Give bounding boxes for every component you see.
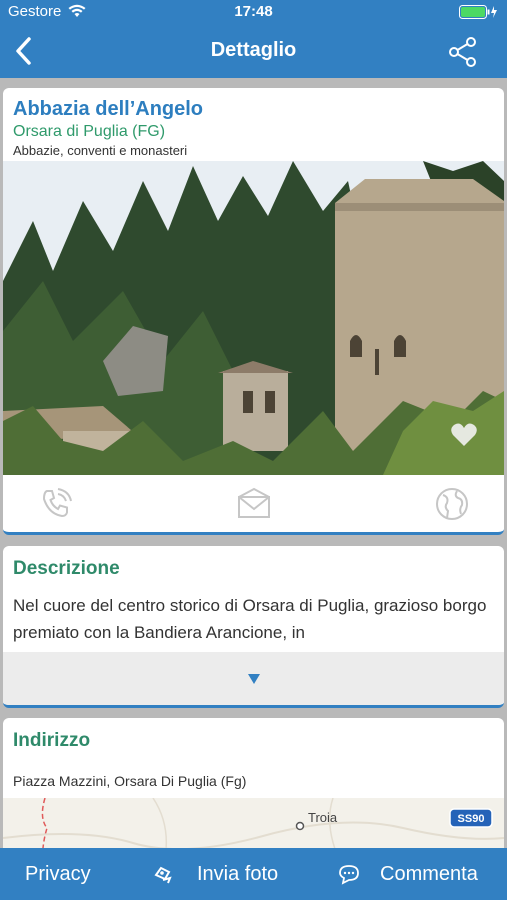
- address-heading: Indirizzo: [13, 730, 91, 751]
- phone-icon[interactable]: [39, 487, 73, 521]
- clock: 17:48: [234, 3, 273, 20]
- navigation-bar: Dettaglio: [0, 24, 507, 78]
- page-title: Dettaglio: [210, 39, 297, 61]
- mail-icon[interactable]: [237, 487, 271, 521]
- map-road-label: SS90: [458, 813, 485, 825]
- bottom-toolbar: Privacy Invia foto Commenta: [0, 848, 507, 900]
- top-bar: Gestore 17:48 Dettaglio: [0, 0, 507, 78]
- poi-photo[interactable]: [3, 161, 504, 475]
- send-photo-button[interactable]: Invia foto: [197, 863, 278, 886]
- photo-send-icon[interactable]: [152, 863, 174, 885]
- poi-location: Orsara di Puglia (FG): [13, 123, 166, 140]
- address-text: Piazza Mazzini, Orsara Di Puglia (Fg): [13, 773, 247, 789]
- globe-icon[interactable]: [435, 487, 469, 521]
- address-card: Indirizzo Piazza Mazzini, Orsara Di Pugl…: [3, 718, 504, 868]
- share-icon[interactable]: [447, 36, 479, 68]
- status-bar: Gestore 17:48: [0, 0, 507, 24]
- expand-description-button[interactable]: [3, 652, 504, 705]
- description-text: Nel cuore del centro storico di Orsara d…: [13, 596, 487, 642]
- favorite-heart-icon[interactable]: [450, 422, 478, 448]
- poi-category: Abbazie, conventi e monasteri: [13, 143, 188, 158]
- description-card: Descrizione Nel cuore del centro storico…: [3, 546, 504, 708]
- map-place-label: Troia: [308, 810, 338, 825]
- battery-icon: [459, 5, 499, 23]
- comment-button[interactable]: Commenta: [380, 863, 478, 886]
- comment-icon[interactable]: [338, 863, 360, 885]
- privacy-button[interactable]: Privacy: [25, 863, 91, 886]
- poi-name: Abbazia dell’Angelo: [13, 98, 204, 120]
- contact-actions: [3, 475, 504, 532]
- triangle-down-icon: [247, 672, 261, 684]
- description-heading: Descrizione: [13, 558, 120, 579]
- poi-card: Abbazia dell’Angelo Orsara di Puglia (FG…: [3, 88, 504, 535]
